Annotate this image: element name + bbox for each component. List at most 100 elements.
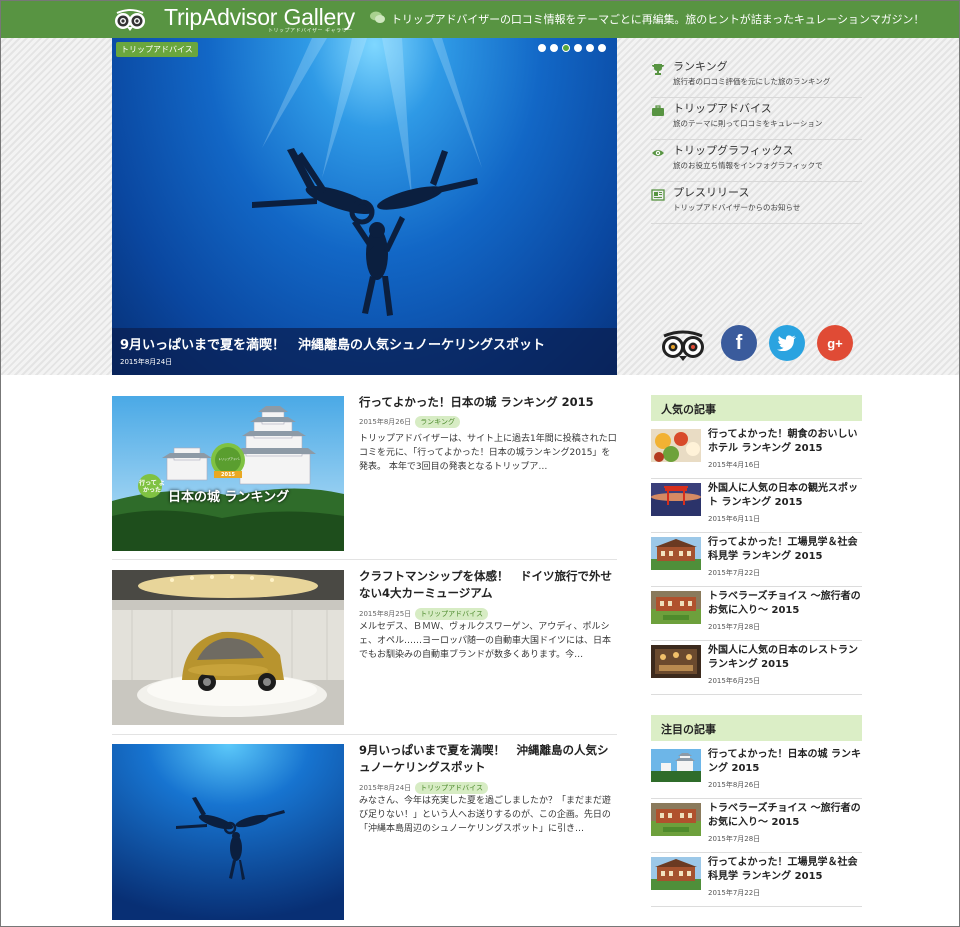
article-thumbnail[interactable] xyxy=(112,744,344,920)
article-card[interactable]: 行って よかった トリップアドバイザー 2015 日本の城 ランキング 行ってよ… xyxy=(112,394,617,560)
featured-title[interactable]: トラベラーズチョイス ～旅行者のお気に入り～ 2015 xyxy=(708,802,862,830)
hero-slide[interactable] xyxy=(112,38,617,375)
featured-heading: 注目の記事 xyxy=(651,715,862,741)
featured-thumbnail[interactable] xyxy=(651,803,701,836)
facebook-button[interactable]: f xyxy=(721,325,757,361)
popular-thumbnail[interactable] xyxy=(651,483,701,516)
hero-category-badge[interactable]: トリップアドバイス xyxy=(116,42,198,57)
hero-dot-3[interactable] xyxy=(562,44,570,52)
featured-item[interactable]: 行ってよかった！日本の城 ランキング 2015 2015年8月26日 xyxy=(651,745,862,799)
restaurant-photo xyxy=(651,645,701,678)
article-meta: 2015年8月24日 トリップアドバイス xyxy=(359,782,488,794)
category-desc: 旅行者の口コミ評価を元にした旅のランキング xyxy=(673,77,831,86)
twitter-button[interactable]: t xyxy=(769,325,805,361)
eye-icon xyxy=(652,150,664,156)
hero-dot-4[interactable] xyxy=(574,44,582,52)
popular-thumbnail[interactable] xyxy=(651,537,701,570)
travelers-choice-photo xyxy=(651,591,701,624)
popular-thumbnail[interactable] xyxy=(651,645,701,678)
hero-dot-5[interactable] xyxy=(586,44,594,52)
popular-item[interactable]: 外国人に人気の日本のレストラン ランキング 2015 2015年6月25日 xyxy=(651,641,862,695)
briefcase-icon xyxy=(652,105,664,116)
category-title: ランキング xyxy=(673,60,728,73)
article-date: 2015年8月26日 xyxy=(359,418,412,426)
trophy-icon xyxy=(652,64,664,75)
snorkeling-photo xyxy=(112,744,344,920)
site-header: TripAdvisor Gallery トリップアドバイザー ギャラリー トリッ… xyxy=(0,0,960,38)
popular-thumbnail[interactable] xyxy=(651,591,701,624)
popular-date: 2015年4月16日 xyxy=(708,461,761,469)
torii-photo xyxy=(651,483,701,516)
twitter-bird-icon xyxy=(777,335,796,351)
category-title: トリップアドバイス xyxy=(673,102,772,115)
popular-title[interactable]: 外国人に人気の日本のレストラン ランキング 2015 xyxy=(708,644,862,672)
google-plus-button[interactable]: g+ xyxy=(817,325,853,361)
hero-dot-1[interactable] xyxy=(538,44,546,52)
thumb-caption: 日本の城 ランキング xyxy=(168,490,290,505)
article-meta: 2015年8月25日 トリップアドバイス xyxy=(359,608,488,620)
article-date: 2015年8月24日 xyxy=(359,784,412,792)
category-title: プレスリリース xyxy=(673,186,750,199)
category-press-release[interactable]: プレスリリース トリップアドバイザーからのお知らせ xyxy=(651,182,862,224)
popular-date: 2015年7月22日 xyxy=(708,569,761,577)
article-title[interactable]: クラフトマンシップを体感！ ドイツ旅行で外せない4大カーミュージアム xyxy=(359,568,617,602)
article-tag[interactable]: ランキング xyxy=(415,416,460,428)
article-divider xyxy=(112,734,617,735)
article-meta: 2015年8月26日 ランキング xyxy=(359,416,460,428)
site-tagline: トリップアドバイザーの口コミ情報をテーマごとに再編集。旅のヒントが詰まったキュレ… xyxy=(391,13,925,26)
breakfast-photo xyxy=(651,429,701,462)
article-tag[interactable]: トリップアドバイス xyxy=(415,608,488,620)
category-desc: 旅のテーマに則って口コミをキュレーション xyxy=(673,119,823,128)
popular-item[interactable]: 行ってよかった！工場見学＆社会科見学 ランキング 2015 2015年7月22日 xyxy=(651,533,862,587)
article-thumbnail[interactable] xyxy=(112,570,344,725)
article-excerpt: メルセデス、ＢＭＷ、ヴォルクスワーゲン、アウディ、ポルシェ、オペル……ヨーロッパ… xyxy=(359,622,612,660)
press-release-icon xyxy=(651,189,665,201)
popular-thumbnail[interactable] xyxy=(651,429,701,462)
travelers-choice-photo xyxy=(651,803,701,836)
category-ranking[interactable]: ランキング 旅行者の口コミ評価を元にした旅のランキング xyxy=(651,56,862,98)
site-logo-subtitle: トリップアドバイザー ギャラリー xyxy=(268,28,353,34)
popular-title[interactable]: 行ってよかった！朝食のおいしいホテル ランキング 2015 xyxy=(708,428,862,456)
tripadvisor-owl-icon[interactable] xyxy=(113,6,147,32)
factory-photo xyxy=(651,537,701,570)
article-divider xyxy=(112,559,617,560)
hero-dot-2[interactable] xyxy=(550,44,558,52)
featured-thumbnail[interactable] xyxy=(651,857,701,890)
popular-item[interactable]: 行ってよかった！朝食のおいしいホテル ランキング 2015 2015年4月16日 xyxy=(651,425,862,479)
factory-photo xyxy=(651,857,701,890)
article-title[interactable]: 行ってよかった！日本の城 ランキング 2015 xyxy=(359,394,617,411)
popular-date: 2015年7月28日 xyxy=(708,623,761,631)
featured-item[interactable]: 行ってよかった！工場見学＆社会科見学 ランキング 2015 2015年7月22日 xyxy=(651,853,862,907)
popular-item[interactable]: 外国人に人気の日本の観光スポット ランキング 2015 2015年6月11日 xyxy=(651,479,862,533)
article-excerpt: トリップアドバイザーは、サイト上に過去1年間に投稿された口コミを元に、「行ってよ… xyxy=(359,434,617,472)
category-trip-graphics[interactable]: トリップグラフィックス 旅のお役立ち情報をインフォグラフィックで xyxy=(651,140,862,182)
featured-date: 2015年7月28日 xyxy=(708,835,761,843)
hero-dot-6[interactable] xyxy=(598,44,606,52)
popular-heading: 人気の記事 xyxy=(651,395,862,421)
category-trip-advice[interactable]: トリップアドバイス 旅のテーマに則って口コミをキュレーション xyxy=(651,98,862,140)
hero-caption[interactable]: 9月いっぱいまで夏を満喫！ 沖縄離島の人気シュノーケリングスポット 2015年8… xyxy=(112,328,617,375)
facebook-icon: f xyxy=(735,331,743,354)
popular-title[interactable]: トラベラーズチョイス ～旅行者のお気に入り～ 2015 xyxy=(708,590,862,618)
castle-photo xyxy=(651,749,701,782)
article-excerpt: みなさん、今年は充実した夏を過ごしましたか？「まだまだ遊び足りない！」という人へ… xyxy=(359,796,611,834)
hero-date: 2015年8月24日 xyxy=(120,358,173,366)
tripadvisor-social-button[interactable] xyxy=(658,326,708,362)
featured-thumbnail[interactable] xyxy=(651,749,701,782)
hero-title[interactable]: 9月いっぱいまで夏を満喫！ 沖縄離島の人気シュノーケリングスポット xyxy=(120,334,545,353)
featured-title[interactable]: 行ってよかった！工場見学＆社会科見学 ランキング 2015 xyxy=(708,856,862,884)
article-card[interactable]: クラフトマンシップを体感！ ドイツ旅行で外せない4大カーミュージアム 2015年… xyxy=(112,568,617,735)
popular-date: 2015年6月25日 xyxy=(708,677,761,685)
article-title[interactable]: 9月いっぱいまで夏を満喫！ 沖縄離島の人気シュノーケリングスポット xyxy=(359,742,617,776)
popular-item[interactable]: トラベラーズチョイス ～旅行者のお気に入り～ 2015 2015年7月28日 xyxy=(651,587,862,641)
featured-title[interactable]: 行ってよかった！日本の城 ランキング 2015 xyxy=(708,748,862,776)
hero-pagination xyxy=(538,44,606,52)
featured-item[interactable]: トラベラーズチョイス ～旅行者のお気に入り～ 2015 2015年7月28日 xyxy=(651,799,862,853)
popular-date: 2015年6月11日 xyxy=(708,515,761,523)
google-plus-icon: g+ xyxy=(827,335,843,351)
article-card[interactable]: 9月いっぱいまで夏を満喫！ 沖縄離島の人気シュノーケリングスポット 2015年8… xyxy=(112,742,617,920)
popular-title[interactable]: 外国人に人気の日本の観光スポット ランキング 2015 xyxy=(708,482,862,510)
popular-title[interactable]: 行ってよかった！工場見学＆社会科見学 ランキング 2015 xyxy=(708,536,862,564)
thumb-badge-right: トリップアドバイザー xyxy=(218,457,240,461)
article-tag[interactable]: トリップアドバイス xyxy=(415,782,488,794)
